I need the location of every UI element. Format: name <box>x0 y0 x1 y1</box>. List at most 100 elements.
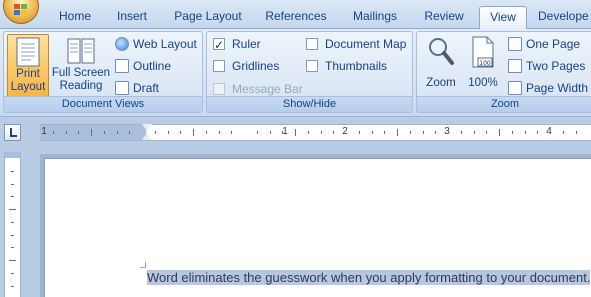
hundred-percent-button[interactable]: 100 100% <box>463 34 503 98</box>
draft-icon <box>115 81 129 95</box>
ruler-tick <box>409 131 411 134</box>
full-screen-reading-button[interactable]: Full Screen Reading <box>50 34 112 98</box>
document-paragraph[interactable]: Word eliminates the guesswork when you a… <box>147 264 591 291</box>
ruler-tick <box>167 131 169 134</box>
zoom-button[interactable]: Zoom <box>421 34 461 98</box>
ruler-tick <box>65 131 67 134</box>
ruler-tick <box>129 131 131 134</box>
group-document-views: Print Layout Full Screen Reading Web Lay… <box>3 31 203 113</box>
full-screen-reading-icon <box>67 38 95 64</box>
print-layout-label-2: Layout <box>10 81 46 93</box>
vertical-ruler-tick <box>11 196 14 198</box>
ruler-tick <box>473 131 475 134</box>
page-width-label: Page Width <box>526 81 589 95</box>
gridlines-label: Gridlines <box>232 59 280 73</box>
ruler-checkbox[interactable]: Ruler <box>213 35 293 54</box>
ruler-tick <box>154 131 156 134</box>
group-label-zoom: Zoom <box>417 96 591 112</box>
two-pages-icon <box>508 59 522 73</box>
ruler-tick <box>486 131 488 134</box>
tab-insert[interactable]: Insert <box>108 6 156 29</box>
web-layout-button[interactable]: Web Layout <box>115 35 201 53</box>
thumbnails-label: Thumbnails <box>325 59 388 73</box>
tab-developer[interactable]: Develope <box>538 6 591 29</box>
ruler-tick <box>180 131 182 134</box>
group-label-show-hide: Show/Hide <box>207 96 412 112</box>
ruler-row: 1 1 2 3 4 <box>0 117 591 147</box>
print-layout-button[interactable]: Print Layout <box>7 34 49 98</box>
gridlines-checkbox[interactable]: Gridlines <box>213 57 293 75</box>
vertical-ruler-tick <box>11 247 14 249</box>
ruler-tick <box>320 131 322 134</box>
magnifier-icon <box>429 38 454 65</box>
outline-label: Outline <box>133 59 172 73</box>
ruler-tick <box>537 131 539 134</box>
message-bar-box-icon <box>213 83 225 95</box>
ruler-tick <box>460 131 462 134</box>
full-screen-label-2: Reading <box>59 80 103 92</box>
top-margin-area <box>5 152 20 158</box>
outline-button[interactable]: Outline <box>115 57 201 75</box>
ruler-number: 4 <box>546 126 552 137</box>
ruler-number: 3 <box>444 126 450 137</box>
draft-label: Draft <box>133 81 160 95</box>
ruler-tick <box>333 131 335 134</box>
two-pages-button[interactable]: Two Pages <box>508 57 591 75</box>
document-map-checkbox[interactable]: Document Map <box>306 35 410 53</box>
ruler-check-icon <box>213 36 225 54</box>
ruler-tick <box>295 129 296 136</box>
ruler-tick <box>575 131 577 134</box>
ruler-tick <box>562 131 564 134</box>
ribbon: Print Layout Full Screen Reading Web Lay… <box>0 29 591 117</box>
vertical-ruler[interactable] <box>4 152 21 297</box>
page-width-button[interactable]: Page Width <box>508 79 591 97</box>
ruler-tick <box>422 131 424 134</box>
tab-home[interactable]: Home <box>52 6 98 29</box>
document-map-label: Document Map <box>325 37 407 51</box>
draft-button[interactable]: Draft <box>115 79 201 97</box>
ruler-tick <box>397 129 398 136</box>
tab-view[interactable]: View <box>479 6 527 30</box>
vertical-ruler-tick <box>11 234 14 236</box>
print-layout-icon <box>16 37 40 67</box>
vertical-ruler-tick <box>11 183 14 185</box>
group-show-hide: Ruler Gridlines Message Bar Document Map… <box>206 31 413 113</box>
crop-mark <box>140 262 146 268</box>
ruler-label: Ruler <box>232 37 261 51</box>
ruler-tick <box>193 129 194 136</box>
one-page-label: One Page <box>526 37 581 51</box>
ruler-number: 2 <box>342 126 348 137</box>
tab-references[interactable]: References <box>258 6 334 29</box>
ruler-number: 1 <box>41 126 47 137</box>
tab-page-layout[interactable]: Page Layout <box>166 6 250 29</box>
ruler-tick <box>91 129 92 136</box>
outline-icon <box>115 59 129 73</box>
ruler-tick <box>231 131 233 134</box>
horizontal-ruler[interactable]: 1 1 2 3 4 <box>40 124 591 141</box>
first-line-indent-marker[interactable] <box>142 124 152 131</box>
tab-review[interactable]: Review <box>416 6 472 29</box>
thumbnails-checkbox[interactable]: Thumbnails <box>306 57 406 75</box>
two-pages-label: Two Pages <box>526 59 586 73</box>
hundred-percent-label: 100% <box>468 77 498 89</box>
tab-selector-button[interactable] <box>4 124 21 141</box>
selected-text[interactable]: Word eliminates the guesswork when you a… <box>147 270 591 285</box>
ruler-tick <box>256 131 258 134</box>
group-label-document-views: Document Views <box>4 96 202 112</box>
ribbon-tab-bar: Home Insert Page Layout References Maili… <box>0 0 591 30</box>
ruler-tick <box>371 131 373 134</box>
thumbnails-box-icon <box>306 60 318 72</box>
one-page-button[interactable]: One Page <box>508 35 591 53</box>
hanging-indent-marker[interactable] <box>142 133 152 140</box>
vertical-ruler-tick <box>9 209 16 210</box>
ruler-tick <box>78 131 80 134</box>
hundred-percent-icon: 100 <box>472 36 494 68</box>
group-zoom: Zoom 100 100% One Page Two Pages Page Wi… <box>416 31 591 113</box>
office-button[interactable] <box>3 0 39 24</box>
ruler-tick <box>358 131 360 134</box>
print-layout-label-1: Print <box>16 68 40 80</box>
vertical-ruler-tick <box>11 272 14 274</box>
ruler-tick <box>511 131 513 134</box>
vertical-ruler-tick <box>9 260 16 261</box>
tab-mailings[interactable]: Mailings <box>344 6 406 29</box>
